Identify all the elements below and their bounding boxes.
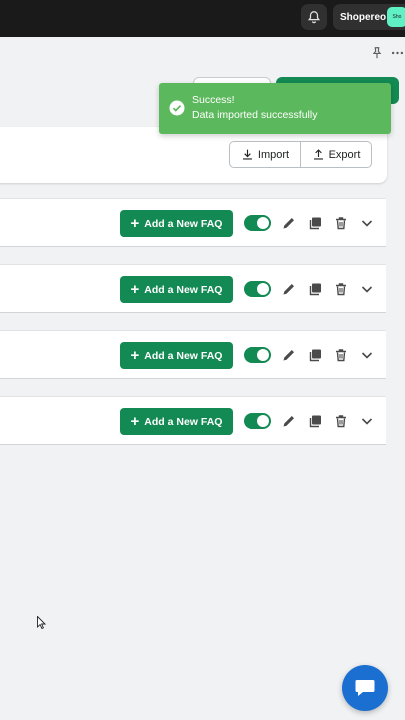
add-faq-label: Add a New FAQ xyxy=(144,349,223,362)
top-bar: Shopereo Sho xyxy=(0,0,405,37)
check-circle-icon xyxy=(169,100,185,116)
delete-icon[interactable] xyxy=(333,347,349,363)
toast-message: Data imported successfully xyxy=(192,109,318,121)
store-menu-button[interactable]: Shopereo Sho xyxy=(333,4,405,30)
faq-group-row: + Add a New FAQ xyxy=(0,198,386,247)
add-faq-button[interactable]: + Add a New FAQ xyxy=(120,210,233,237)
delete-icon[interactable] xyxy=(333,413,349,429)
store-avatar: Sho xyxy=(387,7,405,27)
add-faq-button[interactable]: + Add a New FAQ xyxy=(120,408,233,435)
enable-toggle[interactable] xyxy=(244,413,271,429)
bell-icon xyxy=(307,11,321,24)
chevron-down-icon[interactable] xyxy=(359,413,375,429)
enable-toggle[interactable] xyxy=(244,281,271,297)
export-label: Export xyxy=(328,148,361,161)
import-export-card: Import Export xyxy=(0,127,387,183)
faq-group-row: + Add a New FAQ xyxy=(0,330,386,379)
import-export-button-group: Import Export xyxy=(229,141,372,168)
edit-icon[interactable] xyxy=(281,413,297,429)
edit-icon[interactable] xyxy=(281,347,297,363)
edit-icon[interactable] xyxy=(281,281,297,297)
enable-toggle[interactable] xyxy=(244,215,271,231)
toast-title: Success! xyxy=(192,94,235,106)
plus-icon: + xyxy=(130,215,140,232)
plus-icon: + xyxy=(130,413,140,430)
add-faq-label: Add a New FAQ xyxy=(144,217,223,230)
duplicate-icon[interactable] xyxy=(307,215,323,231)
export-button[interactable]: Export xyxy=(300,142,371,167)
delete-icon[interactable] xyxy=(333,215,349,231)
delete-icon[interactable] xyxy=(333,281,349,297)
add-faq-button[interactable]: + Add a New FAQ xyxy=(120,276,233,303)
faq-group-row: + Add a New FAQ xyxy=(0,396,386,445)
pin-icon[interactable] xyxy=(370,46,384,60)
more-icon[interactable] xyxy=(390,46,405,60)
success-toast[interactable]: Success! Data imported successfully xyxy=(159,83,391,134)
duplicate-icon[interactable] xyxy=(307,413,323,429)
edit-icon[interactable] xyxy=(281,215,297,231)
import-label: Import xyxy=(257,148,290,161)
cursor-icon xyxy=(37,616,46,629)
chevron-down-icon[interactable] xyxy=(359,281,375,297)
download-icon xyxy=(242,149,252,160)
enable-toggle[interactable] xyxy=(244,347,271,363)
faq-group-row: + Add a New FAQ xyxy=(0,264,386,313)
import-button[interactable]: Import xyxy=(230,142,300,167)
add-faq-label: Add a New FAQ xyxy=(144,415,223,428)
add-faq-button[interactable]: + Add a New FAQ xyxy=(120,342,233,369)
plus-icon: + xyxy=(130,347,140,364)
plus-icon: + xyxy=(130,281,140,298)
notifications-button[interactable] xyxy=(301,4,327,30)
add-faq-label: Add a New FAQ xyxy=(144,283,223,296)
chat-launcher-button[interactable] xyxy=(342,665,388,711)
store-name: Shopereo xyxy=(340,11,387,23)
chevron-down-icon[interactable] xyxy=(359,215,375,231)
duplicate-icon[interactable] xyxy=(307,347,323,363)
chat-icon xyxy=(355,680,375,696)
chevron-down-icon[interactable] xyxy=(359,347,375,363)
duplicate-icon[interactable] xyxy=(307,281,323,297)
upload-icon xyxy=(313,149,323,160)
